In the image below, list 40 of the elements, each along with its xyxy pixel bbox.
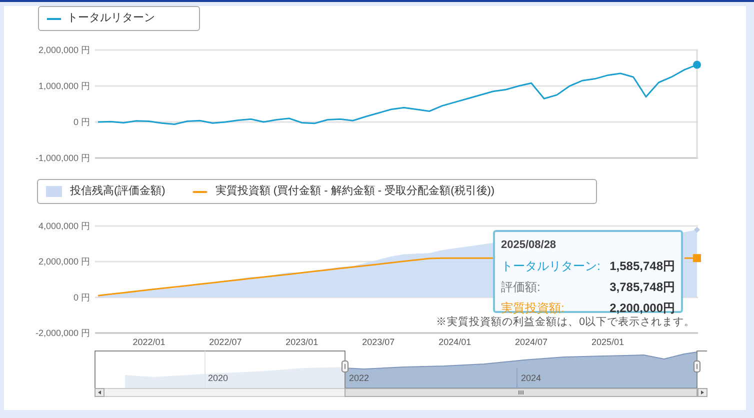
scroll-right-button[interactable] [698, 388, 708, 397]
tooltip-label: トータルリターン: [501, 258, 600, 274]
range-handle[interactable] [342, 360, 348, 372]
navigator-label: 2022 [349, 373, 370, 383]
legend-label: 投信残高(評価金額) [70, 184, 166, 200]
marker-square [693, 254, 701, 262]
legend-label: 実質投資額 (買付金額 - 解約金額 - 受取分配金額(税引後)) [215, 184, 495, 200]
legend-line-icon [47, 18, 61, 20]
scroll-left-button[interactable] [94, 388, 104, 397]
navigator-label: 2024 [521, 373, 542, 383]
axis-label: 2022/01 [132, 337, 166, 347]
scrollbar-thumb[interactable] [344, 388, 698, 397]
axis-label: 2022/07 [209, 337, 242, 347]
axis-label: 2,000,000 円 [38, 45, 90, 55]
legend-swatch-icon [46, 186, 62, 197]
axis-label: -2,000,000 円 [35, 328, 90, 338]
legend-label: トータルリターン [67, 11, 155, 26]
tooltip-label: 評価額: [501, 278, 540, 296]
axis-label: 2023/01 [286, 337, 318, 347]
legend-line-icon [193, 190, 208, 192]
axis-label: 2024/01 [438, 337, 472, 347]
tooltip-value: 2,200,000円 [610, 300, 675, 316]
axis-label: 2023/07 [362, 337, 395, 347]
axis-label: 4,000,000 円 [38, 221, 90, 231]
tooltip-label: 実質投資額: [501, 300, 564, 316]
axis-label: 2,000,000 円 [38, 256, 90, 267]
marker-diamond [694, 226, 700, 233]
tooltip-value: 1,585,748円 [610, 258, 675, 274]
axis-label: 2024/07 [515, 337, 548, 347]
axis-label: 0 円 [73, 117, 90, 127]
tooltip-date: 2025/08/28 [501, 238, 558, 253]
navigator-label: 2020 [208, 373, 228, 383]
marker-dot [693, 60, 701, 69]
axis-label: 0 円 [73, 292, 90, 302]
range-handle[interactable] [694, 360, 700, 372]
axis-label: 1,000,000 円 [38, 81, 90, 91]
axis-label: -1,000,000 円 [35, 153, 90, 163]
tooltip-value: 3,785,748円 [610, 278, 675, 296]
axis-label: 2025/01 [592, 337, 624, 347]
note-text: ※実質投資額の利益金額は、0以下で表示されます。 [436, 316, 695, 328]
